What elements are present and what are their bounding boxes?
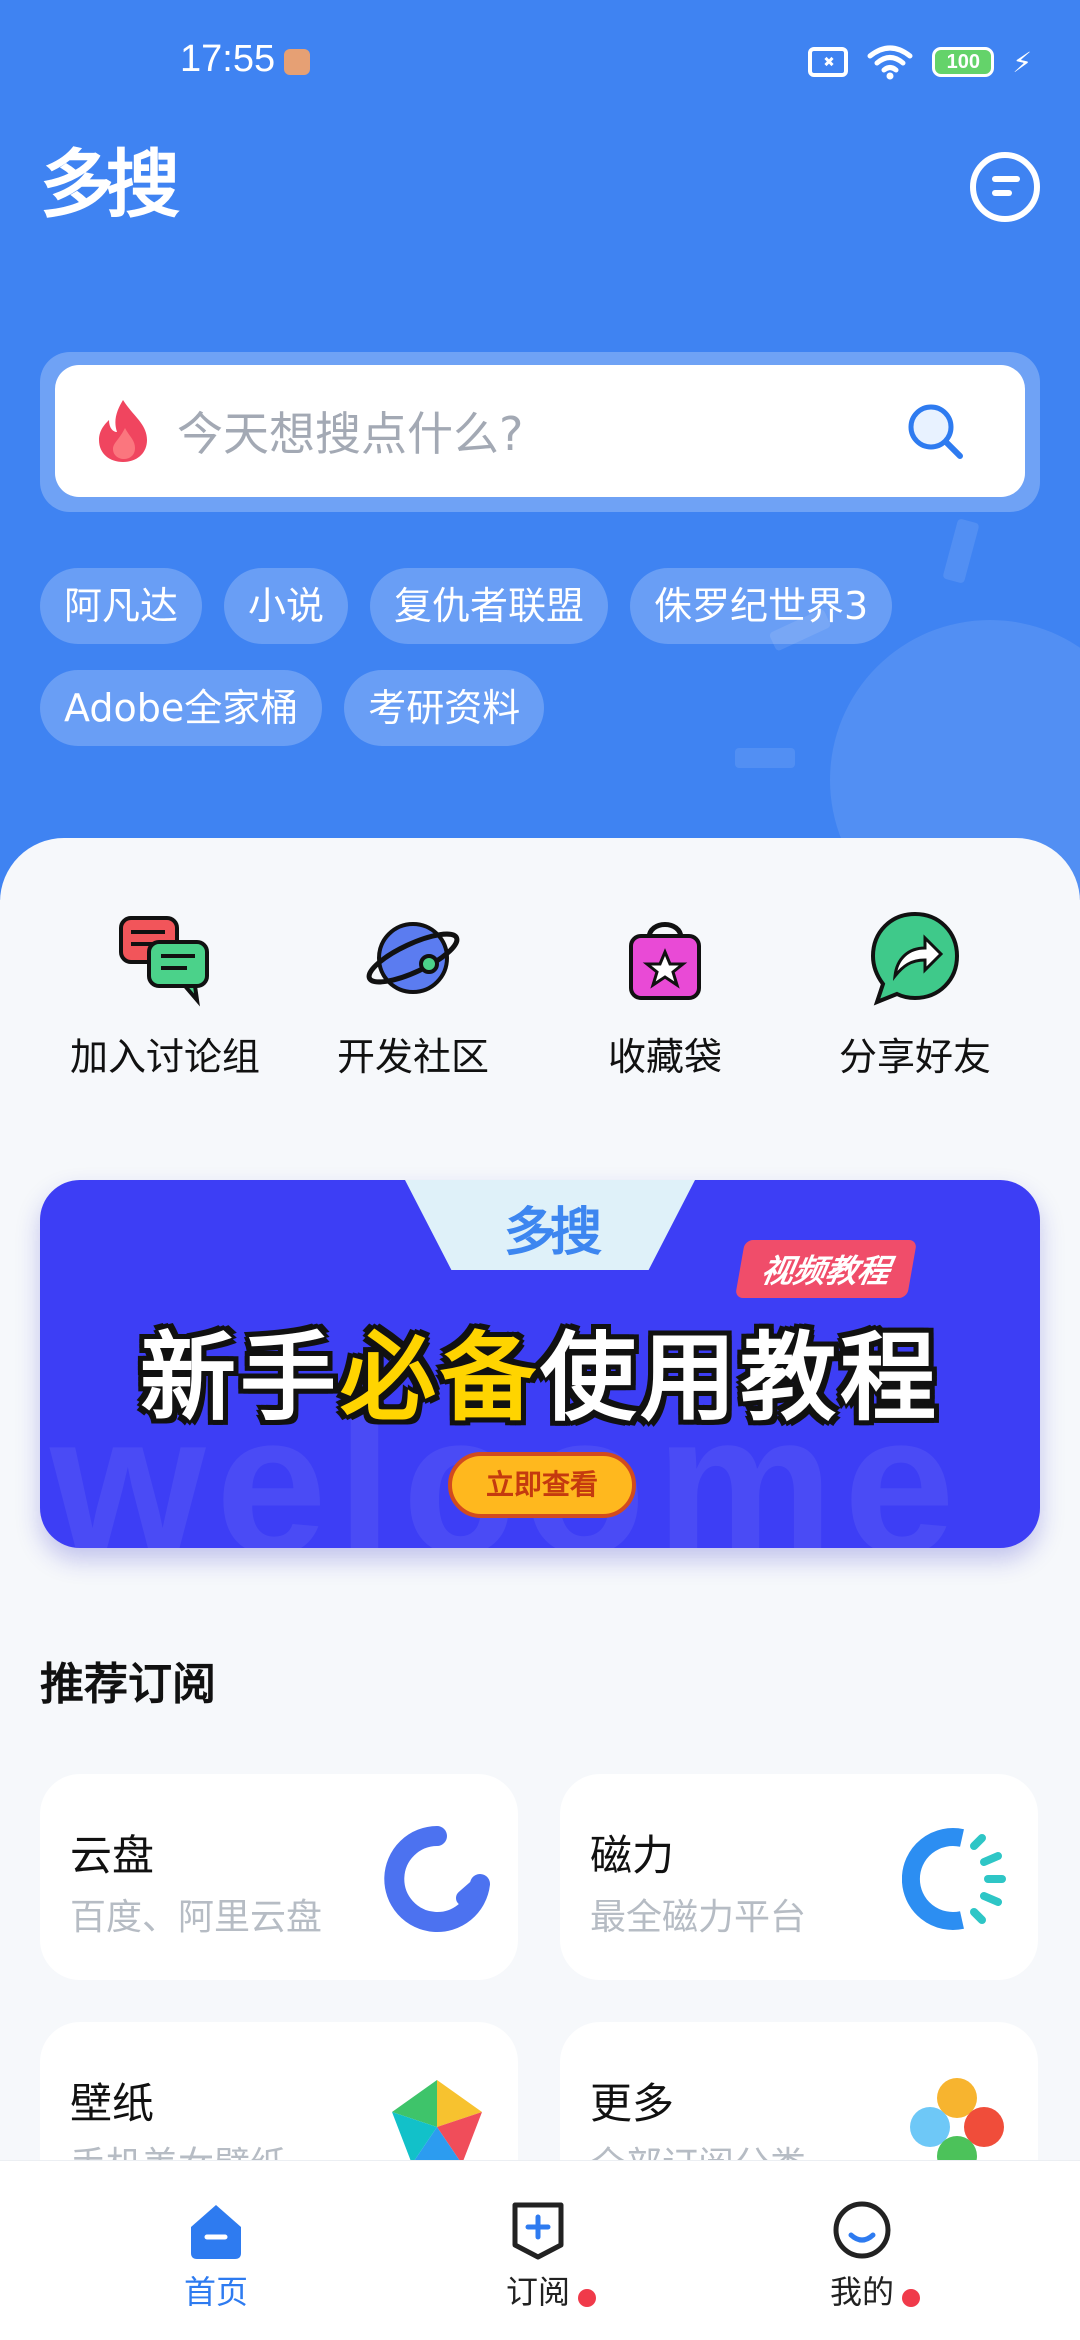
quick-link-community[interactable]: 开发社区 (298, 908, 528, 1081)
decorative-ray (735, 748, 795, 768)
share-arrow-icon (870, 911, 960, 1006)
subscription-card-cloud[interactable]: 云盘 百度、阿里云盘 (40, 1774, 518, 1980)
status-indicators: 100 ⚡ (808, 44, 1032, 80)
tab-label: 订阅 (505, 2273, 570, 2311)
card-title: 更多 (590, 2079, 675, 2128)
charging-icon: ⚡ (1012, 45, 1032, 79)
card-title: 壁纸 (70, 2079, 155, 2128)
subscribe-icon (512, 2202, 564, 2260)
banner-logo: 多搜 (503, 1203, 602, 1263)
banner-logo-tab: 多搜 (405, 1180, 695, 1270)
notification-dot (578, 2289, 596, 2307)
notification-dot (902, 2289, 920, 2307)
banner-title-part: 使用教程 (540, 1322, 940, 1434)
view-now-button[interactable]: 立即查看 (448, 1452, 636, 1518)
section-title: 推荐订阅 (40, 1659, 216, 1710)
banner-title: 新手必备使用教程 (40, 1300, 1040, 1439)
banner-badge: 视频教程 (734, 1240, 918, 1298)
quick-link-label: 加入讨论组 (69, 1035, 260, 1079)
banner-title-part: 新手 (140, 1322, 340, 1434)
quick-link-share[interactable]: 分享好友 (800, 908, 1030, 1081)
search-input[interactable]: 今天想搜点什么? (55, 365, 1025, 497)
hot-tag[interactable]: Adobe全家桶 (40, 670, 323, 746)
quick-link-favorites[interactable]: 收藏袋 (550, 908, 780, 1081)
battery-icon: 100 (932, 47, 995, 77)
profile-icon (833, 2201, 891, 2259)
flame-icon (99, 400, 147, 462)
hot-tag[interactable]: 阿凡达 (40, 568, 203, 644)
quick-link-label: 开发社区 (336, 1035, 489, 1079)
quick-link-discussion[interactable]: 加入讨论组 (50, 908, 280, 1081)
subscription-card-magnet[interactable]: 磁力 最全磁力平台 (560, 1774, 1038, 1980)
card-title: 云盘 (70, 1831, 155, 1880)
banner-title-highlight: 必备 (340, 1322, 540, 1434)
search-placeholder: 今天想搜点什么? (177, 407, 524, 461)
tab-subscribe[interactable]: 订阅 (458, 2197, 618, 2313)
hot-tag[interactable]: 小说 (224, 568, 349, 644)
no-sim-icon (808, 47, 849, 77)
wifi-icon (867, 45, 913, 80)
tab-home[interactable]: 首页 (136, 2197, 296, 2313)
chat-bubbles-icon (119, 916, 209, 1007)
card-desc: 百度、阿里云盘 (70, 1897, 323, 1938)
quick-link-label: 分享好友 (838, 1035, 991, 1079)
hot-tag[interactable]: 侏罗纪世界3 (630, 568, 893, 644)
cloud-ring-icon (384, 1826, 490, 1932)
notification-app-icon (284, 49, 310, 75)
tab-profile[interactable]: 我的 (782, 2197, 942, 2313)
tab-label: 我的 (829, 2273, 894, 2311)
card-desc: 最全磁力平台 (590, 1897, 807, 1938)
quick-links: 加入讨论组 开发社区 收藏袋 分享好友 (0, 908, 1080, 1088)
tab-label: 首页 (183, 2273, 248, 2311)
message-button[interactable] (970, 152, 1040, 222)
bottom-tab-bar: 首页 订阅 我的 (0, 2160, 1080, 2340)
app-logo: 多搜 (40, 142, 180, 228)
hot-tag[interactable]: 复仇者联盟 (370, 568, 609, 644)
planet-icon (366, 922, 460, 994)
tutorial-banner[interactable]: welcome 多搜 视频教程 新手必备使用教程 立即查看 (40, 1180, 1040, 1548)
home-icon (191, 2205, 241, 2259)
hot-search-tags: 阿凡达 小说 复仇者联盟 侏罗纪世界3 Adobe全家桶 考研资料 (40, 568, 1040, 746)
shopping-bag-star-icon (629, 922, 701, 1000)
quick-link-label: 收藏袋 (607, 1035, 722, 1079)
hot-tag[interactable]: 考研资料 (344, 670, 545, 746)
status-bar: 17:55 100 ⚡ (0, 0, 1080, 124)
card-title: 磁力 (590, 1831, 675, 1880)
status-time: 17:55 (180, 38, 276, 80)
magnet-ring-icon (902, 1828, 1006, 1930)
search-icon[interactable] (905, 401, 965, 461)
